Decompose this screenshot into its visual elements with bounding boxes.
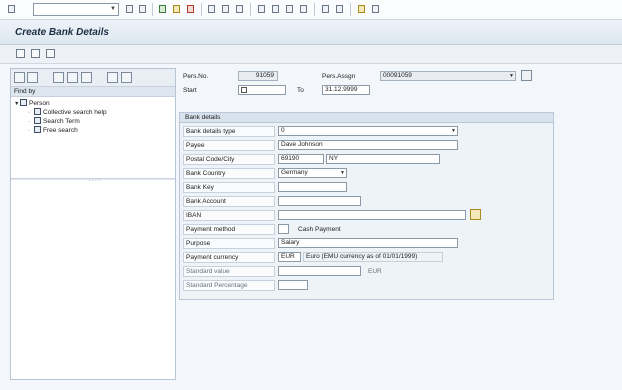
person-overview-icon[interactable]: [521, 70, 532, 81]
tree-node-label: Search Term: [43, 118, 80, 125]
bank-country-label: Bank Country: [186, 170, 226, 177]
object-navigator: Find by ▼ Person · Collective search help …: [10, 68, 176, 380]
standard-percentage-label: Standard Percentage: [186, 282, 248, 289]
print-icon[interactable]: [208, 5, 215, 13]
toolbar-separator: [314, 3, 315, 16]
iban-help-icon[interactable]: [470, 209, 481, 220]
toolbar-separator: [350, 3, 351, 16]
group-title: Bank details: [180, 113, 553, 123]
application-toolbar: [0, 45, 622, 64]
back-icon[interactable]: [126, 5, 133, 13]
person-icon: [20, 99, 27, 106]
payee-label: Payee: [186, 142, 205, 149]
page-title: Create Bank Details: [15, 27, 109, 38]
payment-currency-text: Euro (EMU currency as of 01/01/1999): [303, 252, 443, 262]
purpose-label: Purpose: [186, 240, 211, 247]
start-label: Start: [183, 87, 197, 94]
tree-node-free-search[interactable]: · Free search: [28, 126, 78, 136]
layout-icon[interactable]: [372, 5, 379, 13]
postal-code-field[interactable]: 69190: [278, 154, 324, 164]
payment-currency-field[interactable]: EUR: [278, 252, 301, 262]
command-field[interactable]: ▼: [33, 3, 119, 16]
payee-field[interactable]: Dave Johnson: [278, 140, 458, 150]
bank-account-label: Bank Account: [186, 198, 226, 205]
save-icon[interactable]: [139, 5, 146, 13]
standard-percentage-field[interactable]: [278, 280, 308, 290]
bank-country-value: Germany: [281, 169, 308, 176]
title-bar: Create Bank Details: [0, 20, 622, 45]
filter-icon[interactable]: [107, 72, 118, 83]
grip-icon[interactable]: ·····: [89, 178, 102, 184]
new-session-icon[interactable]: [322, 5, 329, 13]
tree-node-label: Free search: [43, 127, 78, 134]
sort-down-icon[interactable]: [67, 72, 78, 83]
purpose-field[interactable]: Salary: [278, 238, 458, 248]
exit-icon[interactable]: [173, 5, 180, 13]
end-date-field[interactable]: 31.12.9999: [322, 85, 370, 95]
last-page-icon[interactable]: [300, 5, 307, 13]
shortcut-icon[interactable]: [336, 5, 343, 13]
payment-method-label: Payment method: [186, 226, 236, 233]
standard-value-label: Standard value: [186, 268, 230, 275]
copy-icon[interactable]: [31, 49, 40, 58]
cancel-icon[interactable]: [187, 5, 194, 13]
next-page-icon[interactable]: [286, 5, 293, 13]
bank-country-dropdown[interactable]: Germany ▼: [278, 168, 347, 178]
pers-assign-value: 00091059: [383, 72, 412, 79]
chevron-down-icon[interactable]: ▼: [509, 72, 514, 80]
help-icon[interactable]: [358, 5, 365, 13]
bank-key-label: Bank Key: [186, 184, 214, 191]
toolbar-separator: [250, 3, 251, 16]
payment-method-text: Cash Payment: [298, 226, 341, 233]
search-tree: ▼ Person · Collective search help · Search …: [11, 97, 175, 177]
chevron-down-icon[interactable]: ▼: [340, 169, 345, 177]
grid-icon[interactable]: [81, 72, 92, 83]
other-record-icon[interactable]: [16, 49, 25, 58]
iban-field[interactable]: [278, 210, 466, 220]
tree-node-label: Person: [29, 100, 50, 107]
calendar-icon[interactable]: [241, 87, 247, 93]
start-date-field[interactable]: [238, 85, 286, 95]
first-page-icon[interactable]: [258, 5, 265, 13]
pers-assign-dropdown[interactable]: 00091059 ▼: [380, 71, 516, 81]
enter-icon[interactable]: [8, 5, 15, 13]
sort-up-icon[interactable]: [53, 72, 64, 83]
pers-no-field: 91059: [238, 71, 278, 81]
binoculars-icon: [34, 126, 41, 133]
arrow-left-icon[interactable]: [14, 72, 25, 83]
bank-details-type-dropdown[interactable]: 0 ▼: [278, 126, 458, 136]
iban-label: IBAN: [186, 212, 202, 219]
system-toolbar: ▼: [0, 0, 622, 20]
standard-value-field[interactable]: [278, 266, 361, 276]
navigator-toolbar: [11, 69, 175, 87]
postal-city-label: Postal Code/City: [186, 156, 235, 163]
filter-remove-icon[interactable]: [121, 72, 132, 83]
bank-details-type-label: Bank details type: [186, 128, 236, 135]
toolbar-separator: [201, 3, 202, 16]
toolbar-separator: [152, 3, 153, 16]
binoculars-icon: [34, 108, 41, 115]
splitter[interactable]: ·····: [11, 178, 175, 184]
back-green-icon[interactable]: [159, 5, 166, 13]
pers-assign-label: Pers.Assgn: [322, 73, 356, 80]
tree-node-label: Collective search help: [43, 109, 107, 116]
pers-no-label: Pers.No.: [183, 73, 209, 80]
edit-icon[interactable]: [46, 49, 55, 58]
bank-key-field[interactable]: [278, 182, 347, 192]
chevron-down-icon[interactable]: ▼: [451, 127, 456, 135]
city-field[interactable]: NY: [326, 154, 440, 164]
bank-details-type-value: 0: [281, 127, 285, 134]
find-by-header: Find by: [11, 87, 175, 97]
chevron-down-icon[interactable]: ▼: [108, 4, 118, 15]
arrow-right-icon[interactable]: [27, 72, 38, 83]
to-label: To: [297, 87, 304, 94]
payment-method-field[interactable]: [278, 224, 289, 234]
standard-value-unit: EUR: [368, 268, 382, 275]
find-next-icon[interactable]: [236, 5, 243, 13]
payment-currency-label: Payment currency: [186, 254, 239, 261]
binoculars-icon: [34, 117, 41, 124]
find-icon[interactable]: [222, 5, 229, 13]
bank-account-field[interactable]: [278, 196, 361, 206]
previous-page-icon[interactable]: [272, 5, 279, 13]
